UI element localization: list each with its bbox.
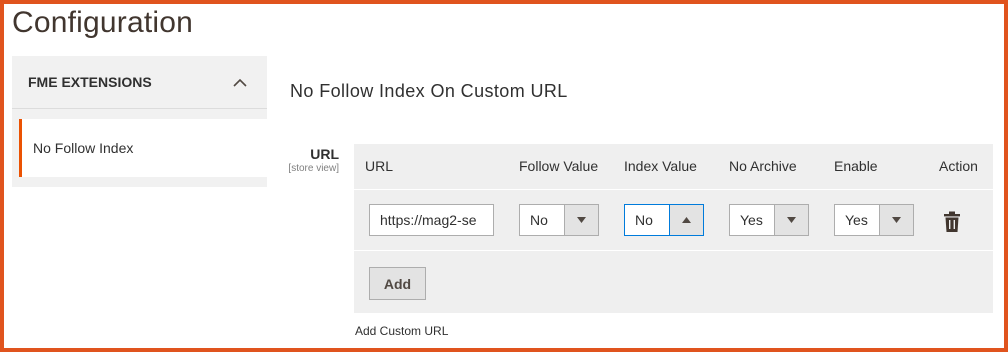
- grid-header: URL Follow Value Index Value No Archive …: [354, 144, 993, 190]
- column-header-no-archive: No Archive: [729, 158, 797, 174]
- no-archive-select[interactable]: Yes: [729, 204, 809, 236]
- select-value: Yes: [740, 212, 763, 228]
- column-header-follow-value: Follow Value: [519, 158, 599, 174]
- caret-down-icon[interactable]: [879, 205, 913, 235]
- add-button[interactable]: Add: [369, 267, 426, 300]
- caret-up-icon[interactable]: [669, 205, 703, 235]
- select-value: No: [530, 212, 548, 228]
- section-title: No Follow Index On Custom URL: [290, 81, 568, 101]
- url-field-label: URL [store view]: [288, 146, 339, 174]
- select-value: Yes: [845, 212, 868, 228]
- field-scope: [store view]: [288, 163, 339, 174]
- sidebar-section-title: FME EXTENSIONS: [28, 74, 152, 90]
- sidebar-item-label: No Follow Index: [33, 140, 134, 156]
- table-row: No No Yes Yes: [354, 191, 993, 251]
- page-title: Configuration: [12, 6, 194, 39]
- enable-select[interactable]: Yes: [834, 204, 914, 236]
- chevron-up-icon[interactable]: [229, 71, 251, 93]
- caret-down-icon[interactable]: [564, 205, 598, 235]
- column-header-url: URL: [365, 158, 394, 174]
- column-header-index-value: Index Value: [624, 158, 697, 174]
- index-value-select[interactable]: No: [624, 204, 704, 236]
- sidebar-item-no-follow-index[interactable]: No Follow Index: [19, 119, 267, 177]
- custom-url-grid: URL Follow Value Index Value No Archive …: [354, 144, 993, 313]
- trash-icon[interactable]: [943, 211, 961, 233]
- column-header-enable: Enable: [834, 158, 878, 174]
- url-input[interactable]: [369, 204, 494, 236]
- sidebar-section-fme-extensions[interactable]: FME EXTENSIONS: [12, 56, 267, 109]
- field-note: Add Custom URL: [355, 324, 449, 338]
- select-value: No: [635, 212, 653, 228]
- field-label: URL: [310, 146, 339, 162]
- follow-value-select[interactable]: No: [519, 204, 599, 236]
- caret-down-icon[interactable]: [774, 205, 808, 235]
- column-header-action: Action: [939, 158, 978, 174]
- config-sidebar: FME EXTENSIONS No Follow Index: [12, 56, 267, 187]
